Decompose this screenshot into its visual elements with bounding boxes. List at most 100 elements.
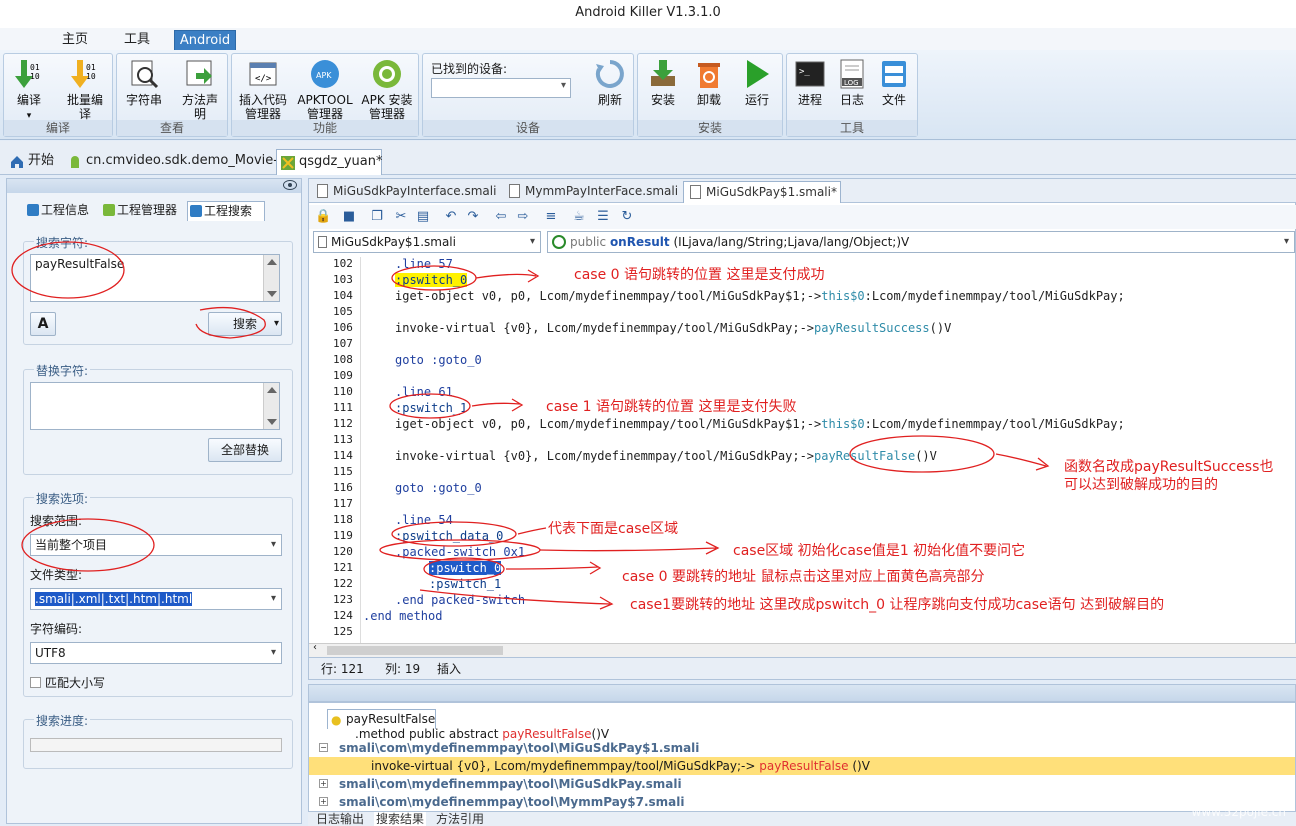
expand-icon[interactable]: +: [319, 797, 328, 806]
tab-mymmpayinterface[interactable]: MymmPayInterFace.smali: [503, 181, 679, 203]
tab-migusdkpayinterface[interactable]: MiGuSdkPayInterface.smali: [311, 181, 499, 203]
line-number: 118: [333, 513, 353, 526]
font-style-button[interactable]: A: [30, 312, 56, 336]
tab-tools[interactable]: 工具: [114, 30, 160, 50]
result-row-selected[interactable]: invoke-virtual {v0}, Lcom/mydefinemmpay/…: [309, 757, 1295, 775]
log-button[interactable]: LOG 日志: [829, 58, 875, 107]
file-icon: [317, 184, 328, 198]
java-icon[interactable]: ☕: [571, 209, 587, 225]
project-tab-bar: 开始 cn.cmvideo.sdk.demo_Movie-1 qsgdz_yua…: [0, 141, 1296, 192]
editor-horizontal-scrollbar[interactable]: ‹: [309, 642, 1296, 657]
refresh-icon: [594, 58, 626, 90]
annotation-case1-address: case1要跳转的地址 这里改成pswitch_0 让程序跳向支付成功case语…: [630, 597, 1165, 613]
back-icon[interactable]: ⇦: [493, 209, 509, 225]
tab-log-output[interactable]: 日志输出: [316, 812, 364, 826]
tab-project-manager[interactable]: 工程管理器: [101, 201, 185, 221]
search-button[interactable]: 搜索 ▾: [208, 312, 282, 336]
strings-button[interactable]: 字符串: [121, 58, 167, 107]
code-line-106: invoke-virtual {v0}, Lcom/mydefinemmpay/…: [395, 321, 952, 335]
method-select[interactable]: public onResult (ILjava/lang/String;Ljav…: [547, 231, 1295, 253]
annotation-case-area: 代表下面是case区域: [548, 521, 679, 537]
process-button[interactable]: >_ 进程: [787, 58, 833, 107]
panel-header: [7, 179, 301, 193]
filetype-select[interactable]: .smali|.xml|.txt|.htm|.html: [30, 588, 282, 610]
file-icon: [509, 184, 520, 198]
run-button[interactable]: 运行: [734, 58, 780, 107]
eye-icon[interactable]: [283, 180, 297, 190]
result-file-row[interactable]: − smali\com\mydefinemmpay\tool\MiGuSdkPa…: [309, 739, 1295, 757]
tab-home[interactable]: 主页: [52, 30, 98, 50]
encoding-select[interactable]: UTF8: [30, 642, 282, 664]
compile-icon: 01 10: [13, 58, 45, 90]
search-string-legend: 搜索字符:: [34, 234, 91, 251]
search-results-panel: ● payResultFalse .method public abstract…: [308, 702, 1296, 812]
apk-install-manager-button[interactable]: APK 安装管理器: [358, 58, 416, 121]
line-number: 103: [333, 273, 353, 286]
android-icon: [371, 58, 403, 90]
tab-search-results[interactable]: 搜索结果: [374, 812, 427, 826]
cut-icon[interactable]: ✂: [393, 209, 409, 225]
ribbon: 01 10 编译 ▾ 01 10 批量编译 编译 字符串 方法声明 查看 </> 插入…: [0, 50, 1296, 140]
search-icon: [190, 205, 202, 217]
tab-project-info[interactable]: 工程信息: [25, 201, 97, 221]
file-cabinet-icon: [878, 58, 910, 90]
uninstall-button[interactable]: 卸载: [686, 58, 732, 107]
replace-input[interactable]: [30, 382, 280, 430]
line-number: 122: [333, 577, 353, 590]
tab-start[interactable]: 开始: [6, 149, 62, 175]
refresh-button[interactable]: 刷新: [587, 58, 633, 107]
save-icon[interactable]: ■: [341, 209, 357, 225]
copy-icon[interactable]: ❐: [369, 209, 385, 225]
line-number: 106: [333, 321, 353, 334]
forward-icon[interactable]: ⇨: [515, 209, 531, 225]
expand-icon[interactable]: +: [319, 779, 328, 788]
tab-project-movie[interactable]: cn.cmvideo.sdk.demo_Movie-1: [64, 149, 278, 192]
search-input-scrollbar[interactable]: [263, 255, 279, 301]
search-input[interactable]: payResultFalse: [30, 254, 280, 302]
tab-method-references[interactable]: 方法引用: [436, 812, 484, 826]
line-number: 113: [333, 433, 353, 446]
code-line-118: .line 54: [395, 513, 453, 527]
editor-tab-bar: MiGuSdkPayInterface.smali MymmPayInterFa…: [309, 179, 1296, 203]
replace-all-button[interactable]: 全部替换: [208, 438, 282, 462]
tab-android[interactable]: Android: [174, 30, 236, 50]
tab-project-search[interactable]: 工程搜索: [187, 201, 265, 221]
code-line-121: :pswitch_0: [429, 561, 502, 575]
install-icon: [647, 58, 679, 90]
file-button[interactable]: 文件: [871, 58, 917, 107]
compile-button[interactable]: 01 10 编译 ▾: [6, 58, 52, 123]
tab-migusdkpay1[interactable]: MiGuSdkPay$1.smali*: [683, 181, 841, 203]
collapse-icon[interactable]: −: [319, 743, 328, 752]
file-select[interactable]: MiGuSdkPay$1.smali: [313, 231, 541, 253]
install-button[interactable]: 安装: [640, 58, 686, 107]
device-select[interactable]: [431, 78, 571, 98]
format-icon[interactable]: ≡: [543, 209, 559, 225]
undo-icon[interactable]: ↶: [443, 209, 459, 225]
window-title: Android Killer V1.3.1.0: [0, 0, 1296, 28]
paste-icon[interactable]: ▤: [415, 209, 431, 225]
line-number: 110: [333, 385, 353, 398]
insert-code-manager-button[interactable]: </> 插入代码管理器: [234, 58, 292, 121]
result-file-row[interactable]: + smali\com\mydefinemmpay\tool\MiGuSdkPa…: [309, 775, 1295, 793]
annotation-case0: case 0 语句跳转的位置 这里是支付成功: [574, 267, 825, 283]
result-file-row[interactable]: + smali\com\mydefinemmpay\tool\MymmPay$7…: [309, 793, 1295, 811]
scope-select[interactable]: 当前整个项目: [30, 534, 282, 556]
recycle-bin-icon: [693, 58, 725, 90]
scrollbar-thumb[interactable]: [327, 646, 503, 655]
file-icon: [690, 185, 701, 199]
apktool-manager-button[interactable]: APK APKTOOL管理器: [296, 58, 354, 121]
method-declaration-button[interactable]: 方法声明: [177, 58, 223, 121]
line-number: 102: [333, 257, 353, 270]
replace-string-legend: 替换字符:: [34, 362, 91, 379]
list-icon[interactable]: ☰: [595, 209, 611, 225]
lock-icon[interactable]: 🔒: [315, 209, 331, 225]
replace-string-group: 替换字符: 全部替换: [23, 362, 293, 475]
scope-label: 搜索范围:: [30, 514, 83, 528]
batch-compile-button[interactable]: 01 10 批量编译: [62, 58, 108, 121]
match-case-checkbox[interactable]: 匹配大小写: [30, 674, 105, 691]
replace-input-scrollbar[interactable]: [263, 383, 279, 429]
tab-project-qsgdz[interactable]: qsgdz_yuan*: [276, 149, 383, 175]
refresh-icon[interactable]: ↻: [619, 209, 635, 225]
redo-icon[interactable]: ↷: [465, 209, 481, 225]
scroll-left-icon[interactable]: ‹: [313, 642, 317, 653]
